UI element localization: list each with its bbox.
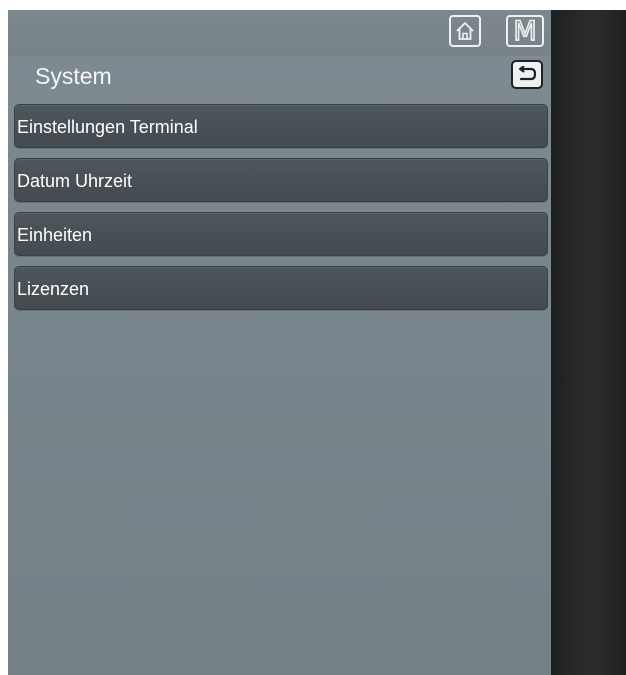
- home-icon: [456, 22, 474, 40]
- menu-item-label: Lizenzen: [17, 279, 90, 299]
- menu-item-label: Datum Uhrzeit: [17, 171, 133, 191]
- back-button[interactable]: [511, 60, 543, 89]
- system-menu: Einstellungen Terminal Datum Uhrzeit Ein…: [14, 104, 548, 320]
- title-bar: System: [8, 56, 551, 98]
- menu-item-datum-uhrzeit[interactable]: Datum Uhrzeit: [14, 158, 548, 202]
- back-arrow-icon: [519, 65, 537, 80]
- menu-item-label: Einstellungen Terminal: [17, 117, 198, 137]
- page-title: System: [35, 63, 112, 89]
- screen: M System Einstellungen Terminal Datum Uh…: [0, 0, 626, 675]
- menu-item-einstellungen-terminal[interactable]: Einstellungen Terminal: [14, 104, 548, 148]
- home-button[interactable]: [449, 15, 481, 47]
- m-button-label: M: [513, 15, 538, 47]
- menu-m-button[interactable]: M: [506, 15, 544, 47]
- menu-item-lizenzen[interactable]: Lizenzen: [14, 266, 548, 310]
- menu-item-label: Einheiten: [17, 225, 93, 245]
- device-bezel: [551, 10, 626, 675]
- menu-item-einheiten[interactable]: Einheiten: [14, 212, 548, 256]
